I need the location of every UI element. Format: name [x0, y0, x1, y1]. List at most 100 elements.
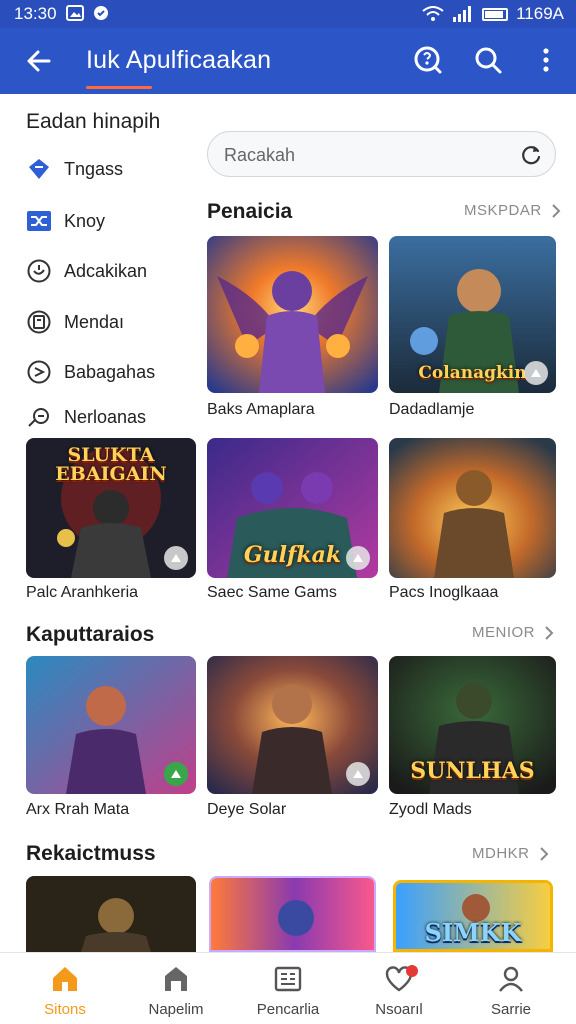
wifi-icon [422, 6, 444, 21]
status-time: 13:30 [14, 4, 57, 23]
nav-label: Sitons [44, 1001, 86, 1018]
nav-label: Napelim [148, 1001, 204, 1018]
controller-icon [353, 770, 363, 778]
person-icon [499, 966, 523, 992]
nav-item-home[interactable]: Sitons [10, 963, 120, 1018]
game-art-title: SLUKTA EBAIGAIN [55, 444, 167, 485]
shield-notification-icon [94, 6, 108, 20]
nav-item-profile[interactable]: Sarrie [456, 963, 566, 1018]
search-bar [207, 131, 556, 177]
sidebar-item-mendai[interactable]: Mendaı [26, 307, 124, 337]
tablet-icon [27, 310, 51, 334]
play-badge [524, 361, 548, 385]
sidebar-item-tngass[interactable]: Tngass [26, 154, 123, 184]
nav-label: Pencarlia [256, 1001, 320, 1018]
sidebar-item-label: Babagahas [64, 361, 156, 382]
shield-icon [29, 159, 49, 179]
card-caption: Pacs Inoglkaaa [389, 584, 499, 601]
game-card[interactable] [26, 876, 196, 952]
chevron-right-icon [545, 625, 554, 640]
more-label: MENIOR [472, 624, 535, 641]
play-badge [164, 762, 188, 786]
section-more-link[interactable]: MSKPDAR [464, 202, 562, 219]
grid-icon [274, 966, 302, 992]
chevron-right-icon [539, 846, 548, 861]
chevron-right-icon [551, 203, 561, 218]
more-vertical-icon[interactable] [530, 44, 562, 76]
card-caption: Dadadlamje [389, 401, 475, 418]
nav-label: Nsoarıl [375, 1001, 423, 1018]
search-input[interactable] [224, 142, 514, 168]
notification-badge [406, 965, 418, 977]
nav-item-favorites[interactable]: Nsoarıl [344, 963, 454, 1018]
sidebar-item-nerloanas[interactable]: Nerloanas [26, 402, 146, 432]
title-underline [86, 86, 152, 89]
back-arrow-icon[interactable] [22, 44, 56, 78]
sidebar-item-knoy[interactable]: Knoy [26, 206, 105, 236]
search-icon[interactable] [472, 44, 504, 76]
nav-item-store[interactable]: Napelim [121, 963, 231, 1018]
more-label: MSKPDAR [464, 202, 542, 219]
card-caption: Zyodl Mads [389, 801, 472, 818]
game-art-image [207, 236, 378, 393]
game-art-title: SUNLHAS [410, 758, 535, 784]
game-art-image [389, 438, 556, 578]
clock-icon [27, 259, 51, 283]
controller-icon [353, 554, 363, 562]
card-caption: Palc Aranhkeria [26, 584, 139, 601]
game-card[interactable] [207, 236, 378, 393]
game-card[interactable] [207, 656, 378, 794]
game-card[interactable]: SIMKK [393, 880, 553, 952]
battery-icon [482, 7, 509, 21]
game-art-image [211, 878, 374, 950]
compass-icon [27, 360, 51, 384]
controller-icon [171, 554, 181, 562]
status-bar: 13:30 1169A [0, 0, 576, 28]
play-badge [346, 762, 370, 786]
game-card[interactable] [209, 876, 376, 952]
section-title-rekaictmuss: Rekaictmuss [26, 842, 156, 865]
status-right-text: 1169A [516, 4, 564, 23]
sidebar-item-label: Knoy [64, 210, 106, 231]
chat-icon [28, 408, 49, 427]
nav-label: Sarrie [490, 1001, 531, 1018]
store-icon [165, 967, 187, 991]
image-notification-icon [66, 5, 84, 21]
sidebar-item-label: Nerloanas [64, 406, 147, 427]
home-icon [53, 967, 77, 991]
section-title-penaicia: Penaicia [207, 200, 293, 223]
card-caption: Saec Same Gams [207, 584, 337, 601]
game-card[interactable]: SUNLHAS [389, 656, 556, 794]
play-badge [346, 546, 370, 570]
controller-icon [171, 770, 181, 778]
section-more-link[interactable]: MDHKR [472, 845, 550, 862]
sidebar-item-babagahas[interactable]: Babagahas [26, 357, 155, 387]
game-card[interactable]: Colanagkin [389, 236, 556, 393]
game-card[interactable]: Gulfkak [207, 438, 378, 578]
card-caption: Deye Solar [207, 801, 287, 818]
bottom-navigation: Sitons Napelim Pencarlia Nsoarıl Sarrie [0, 952, 576, 1024]
refresh-icon[interactable] [519, 143, 543, 167]
sidebar-item-label: Adcakikan [64, 260, 148, 281]
controller-icon [531, 369, 541, 377]
page-title: Iuk Apulficaakan [86, 46, 272, 74]
section-more-link[interactable]: MENIOR [472, 624, 555, 641]
card-caption: Arx Rrah Mata [26, 801, 130, 818]
game-card[interactable] [389, 438, 556, 578]
game-card[interactable]: SLUKTA EBAIGAIN [26, 438, 196, 578]
sidebar-item-label: Mendaı [64, 311, 125, 332]
game-art-image [26, 876, 196, 952]
more-label: MDHKR [472, 845, 530, 862]
help-search-icon[interactable] [412, 44, 444, 76]
sidebar-item-adcakikan[interactable]: Adcakikan [26, 256, 147, 286]
nav-item-search[interactable]: Pencarlia [233, 963, 343, 1018]
signal-icon [453, 6, 472, 22]
app-bar: Iuk Apulficaakan [0, 28, 576, 94]
card-caption: Baks Amaplara [207, 401, 315, 418]
sidebar-title: Eadan hinapih [26, 110, 161, 133]
section-title-kaputtaraios: Kaputtaraios [26, 623, 155, 646]
shuffle-icon [27, 211, 51, 231]
play-badge [164, 546, 188, 570]
sidebar-item-label: Tngass [64, 158, 124, 179]
game-card[interactable] [26, 656, 196, 794]
